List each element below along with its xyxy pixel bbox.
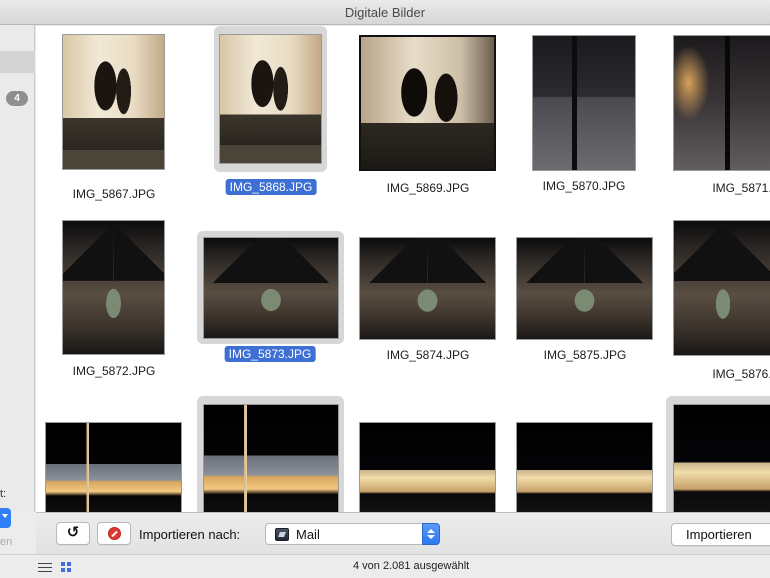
photo-thumbnail[interactable] <box>673 35 770 171</box>
sidebar-option-popup[interactable] <box>0 508 11 528</box>
photo-thumbnail[interactable] <box>62 34 165 170</box>
photo-thumbnail[interactable] <box>62 220 165 355</box>
photo-thumbnail[interactable] <box>673 404 770 512</box>
photo-thumbnail[interactable] <box>516 422 653 512</box>
sidebar-selected-device[interactable] <box>0 51 35 73</box>
photo-filename: IMG_5876.J <box>712 367 770 381</box>
photo-thumbnail[interactable] <box>45 422 182 512</box>
selection-status: 4 von 2.081 ausgewählt <box>353 560 470 572</box>
photo-thumbnail[interactable] <box>203 237 339 339</box>
photo-filename: IMG_5870.JPG <box>542 179 626 193</box>
photo-thumbnail[interactable] <box>532 35 636 171</box>
import-destination-popup[interactable]: Mail <box>265 523 440 545</box>
rotate-button[interactable]: ↺ <box>56 522 90 545</box>
import-to-label: Importieren nach: <box>139 527 241 542</box>
photo-thumbnail[interactable] <box>219 34 322 164</box>
list-view-icon[interactable] <box>38 563 52 572</box>
photo-thumbnail[interactable] <box>359 422 496 512</box>
photo-grid[interactable]: IMG_5867.JPG IMG_5868.JPG IMG_5869.JPG I… <box>36 26 770 512</box>
photo-filename: IMG_5867.JPG <box>72 187 156 201</box>
photo-thumbnail[interactable] <box>516 237 653 340</box>
popup-stepper-icon[interactable] <box>422 523 440 545</box>
photo-thumbnail[interactable] <box>359 237 496 340</box>
window-title: Digitale Bilder <box>0 0 770 25</box>
photo-thumbnail[interactable] <box>673 220 770 356</box>
photo-filename: IMG_5869.JPG <box>386 181 470 195</box>
import-button[interactable]: Importieren <box>671 523 770 546</box>
sidebar: 4 t: en <box>0 25 35 548</box>
photo-thumbnail[interactable] <box>203 404 339 512</box>
rotate-icon: ↺ <box>66 524 80 541</box>
photo-filename: IMG_5873.JPG <box>224 346 316 362</box>
delete-button[interactable] <box>97 522 131 545</box>
photo-filename: IMG_5872.JPG <box>72 364 156 378</box>
photo-filename: IMG_5871.J <box>712 181 770 195</box>
sidebar-option-hint: en <box>0 536 13 548</box>
photo-thumbnail[interactable] <box>359 35 496 171</box>
delete-icon <box>108 527 121 540</box>
sidebar-count-badge: 4 <box>6 91 28 106</box>
status-bar: 4 von 2.081 ausgewählt <box>0 554 770 578</box>
import-toolbar: ↺ Importieren nach: Mail Importieren <box>36 512 770 554</box>
grid-view-icon[interactable] <box>61 562 71 572</box>
photo-filename: IMG_5875.JPG <box>543 348 627 362</box>
import-destination-value: Mail <box>296 527 320 542</box>
photo-filename: IMG_5874.JPG <box>386 348 470 362</box>
sidebar-option-label: t: <box>0 488 7 500</box>
mail-app-icon <box>275 528 289 541</box>
photo-filename: IMG_5868.JPG <box>225 179 317 195</box>
